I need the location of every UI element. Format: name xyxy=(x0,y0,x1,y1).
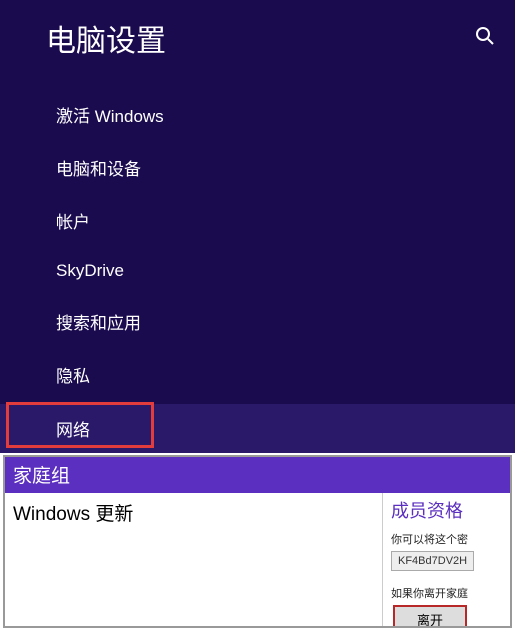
homegroup-header[interactable]: 家庭组 xyxy=(5,457,510,493)
settings-menu: 激活 Windows 电脑和设备 帐户 SkyDrive 搜索和应用 隐私 网络 xyxy=(0,82,515,453)
homegroup-code: KF4Bd7DV2H xyxy=(391,551,474,571)
left-column: Windows 更新 xyxy=(5,493,383,628)
right-column: 成员资格 你可以将这个密 KF4Bd7DV2H 如果你离开家庭 离开 xyxy=(383,493,510,628)
menu-item-privacy[interactable]: 隐私 xyxy=(0,348,515,401)
leave-button[interactable]: 离开 xyxy=(393,605,467,628)
menu-item-search-apps[interactable]: 搜索和应用 xyxy=(0,295,515,348)
membership-text2: 如果你离开家庭 xyxy=(391,585,510,601)
membership-title: 成员资格 xyxy=(391,497,510,523)
detail-panel: 家庭组 Windows 更新 成员资格 你可以将这个密 KF4Bd7DV2H 如… xyxy=(3,455,512,628)
search-icon[interactable] xyxy=(475,26,497,51)
windows-update-item[interactable]: Windows 更新 xyxy=(13,499,374,526)
menu-item-skydrive[interactable]: SkyDrive xyxy=(0,247,515,295)
membership-text1: 你可以将这个密 xyxy=(391,531,510,547)
menu-item-activate-windows[interactable]: 激活 Windows xyxy=(0,88,515,141)
menu-item-pc-devices[interactable]: 电脑和设备 xyxy=(0,141,515,194)
menu-item-label: 网络 xyxy=(56,421,90,440)
menu-item-network[interactable]: 网络 xyxy=(0,404,515,453)
settings-header: 电脑设置 xyxy=(0,10,515,82)
menu-item-accounts[interactable]: 帐户 xyxy=(0,194,515,247)
page-title: 电脑设置 xyxy=(46,16,166,60)
